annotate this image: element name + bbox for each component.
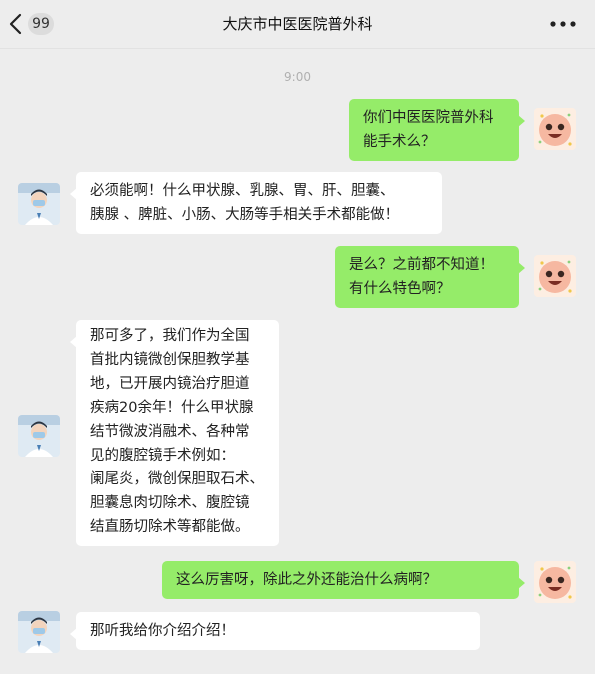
- my-avatar-icon[interactable]: [534, 561, 576, 603]
- their-message-bubble[interactable]: 那可多了，我们作为全国 首批内镜微创保胆教学基 地，已开展内镜治疗胆道 疾病20…: [70, 320, 279, 547]
- doctor-avatar-icon[interactable]: [18, 183, 60, 225]
- doctor-avatar-icon[interactable]: [18, 611, 60, 653]
- message-timestamp: 9:00: [284, 70, 311, 84]
- my-message-bubble[interactable]: 是么？之前都不知道！ 有什么特色啊？: [335, 246, 525, 308]
- their-message-bubble[interactable]: 必须能啊！什么甲状腺、乳腺、胃、肝、胆囊、 胰腺 、脾脏、小肠、大肠等手相关手术…: [70, 172, 442, 234]
- my-message-bubble[interactable]: 你们中医医院普外科 能手术么？: [349, 99, 525, 161]
- my-message-bubble[interactable]: 这么厉害呀，除此之外还能治什么病啊？: [162, 561, 525, 599]
- my-avatar-icon[interactable]: [534, 108, 576, 150]
- more-options-icon[interactable]: [549, 18, 577, 30]
- chat-title: 大庆市中医医院普外科: [222, 15, 373, 33]
- chat-header: 99 大庆市中医医院普外科: [0, 0, 595, 49]
- their-message-bubble[interactable]: 那听我给你介绍介绍！: [70, 612, 480, 650]
- doctor-avatar-icon[interactable]: [18, 415, 60, 457]
- my-avatar-icon[interactable]: [534, 255, 576, 297]
